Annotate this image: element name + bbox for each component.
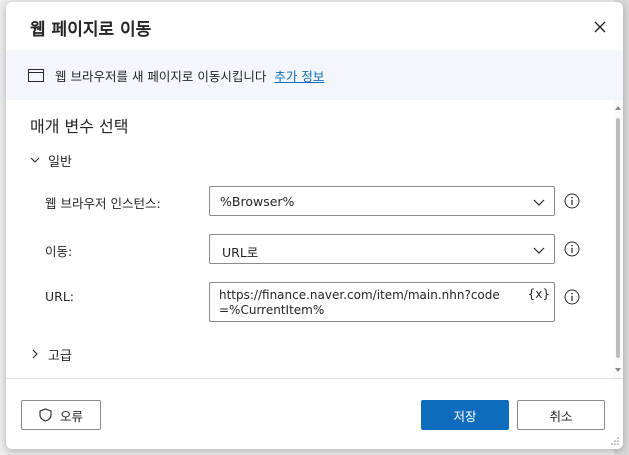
info-text: 웹 브라우저를 새 페이지로 이동시킵니다 추가 정보 — [55, 66, 324, 85]
on-error-label: 오류 — [59, 408, 83, 424]
url-value: https://finance.naver.com/item/main.nhn?… — [219, 288, 500, 317]
navigate-web-page-dialog: 웹 페이지로 이동 웹 브라우저를 새 페이지로 이동시킵니다 추가 정보 매개… — [6, 2, 623, 449]
footer-divider — [6, 378, 623, 379]
insert-variable-button[interactable]: {x} — [528, 287, 550, 301]
url-input[interactable]: https://finance.naver.com/item/main.nhn?… — [209, 282, 555, 322]
dialog-title: 웹 페이지로 이동 — [30, 20, 152, 40]
section-title: 매개 변수 선택 — [30, 117, 129, 136]
cancel-button[interactable]: 취소 — [517, 400, 605, 430]
chevron-down-icon — [30, 157, 40, 163]
info-circle-icon[interactable] — [564, 289, 580, 305]
browser-instance-label: 웹 브라우저 인스턴스: — [45, 196, 161, 211]
info-circle-icon[interactable] — [564, 193, 580, 209]
scrollbar[interactable] — [613, 100, 623, 378]
more-info-link[interactable]: 추가 정보 — [274, 69, 324, 84]
url-label: URL: — [45, 289, 75, 304]
chevron-down-icon — [533, 247, 545, 254]
info-circle-icon[interactable] — [564, 241, 580, 257]
navigate-label: 이동: — [45, 244, 73, 259]
chevron-down-icon — [533, 199, 545, 206]
close-icon — [594, 21, 606, 33]
on-error-button[interactable]: 오류 — [21, 400, 101, 430]
shield-icon — [39, 408, 52, 422]
info-description: 웹 브라우저를 새 페이지로 이동시킵니다 — [55, 69, 267, 84]
advanced-group-label: 고급 — [48, 348, 72, 364]
navigate-value: URL로 — [222, 245, 259, 260]
resize-grip-icon[interactable] — [611, 437, 619, 445]
scroll-down-arrow-icon[interactable] — [615, 368, 621, 372]
general-group-label: 일반 — [48, 154, 72, 170]
general-group-toggle[interactable]: 일반 — [30, 150, 72, 170]
info-bar: 웹 브라우저를 새 페이지로 이동시킵니다 추가 정보 — [6, 50, 623, 100]
close-button[interactable] — [591, 18, 609, 36]
scroll-up-arrow-icon[interactable] — [615, 106, 621, 110]
browser-window-icon — [28, 69, 44, 82]
save-button[interactable]: 저장 — [421, 400, 509, 430]
chevron-right-icon — [32, 349, 38, 359]
browser-instance-select[interactable]: %Browser% — [209, 186, 555, 216]
scroll-thumb[interactable] — [616, 118, 620, 358]
browser-instance-value: %Browser% — [220, 194, 295, 209]
navigate-select[interactable]: URL로 — [209, 234, 555, 264]
advanced-group-toggle[interactable]: 고급 — [30, 344, 72, 364]
